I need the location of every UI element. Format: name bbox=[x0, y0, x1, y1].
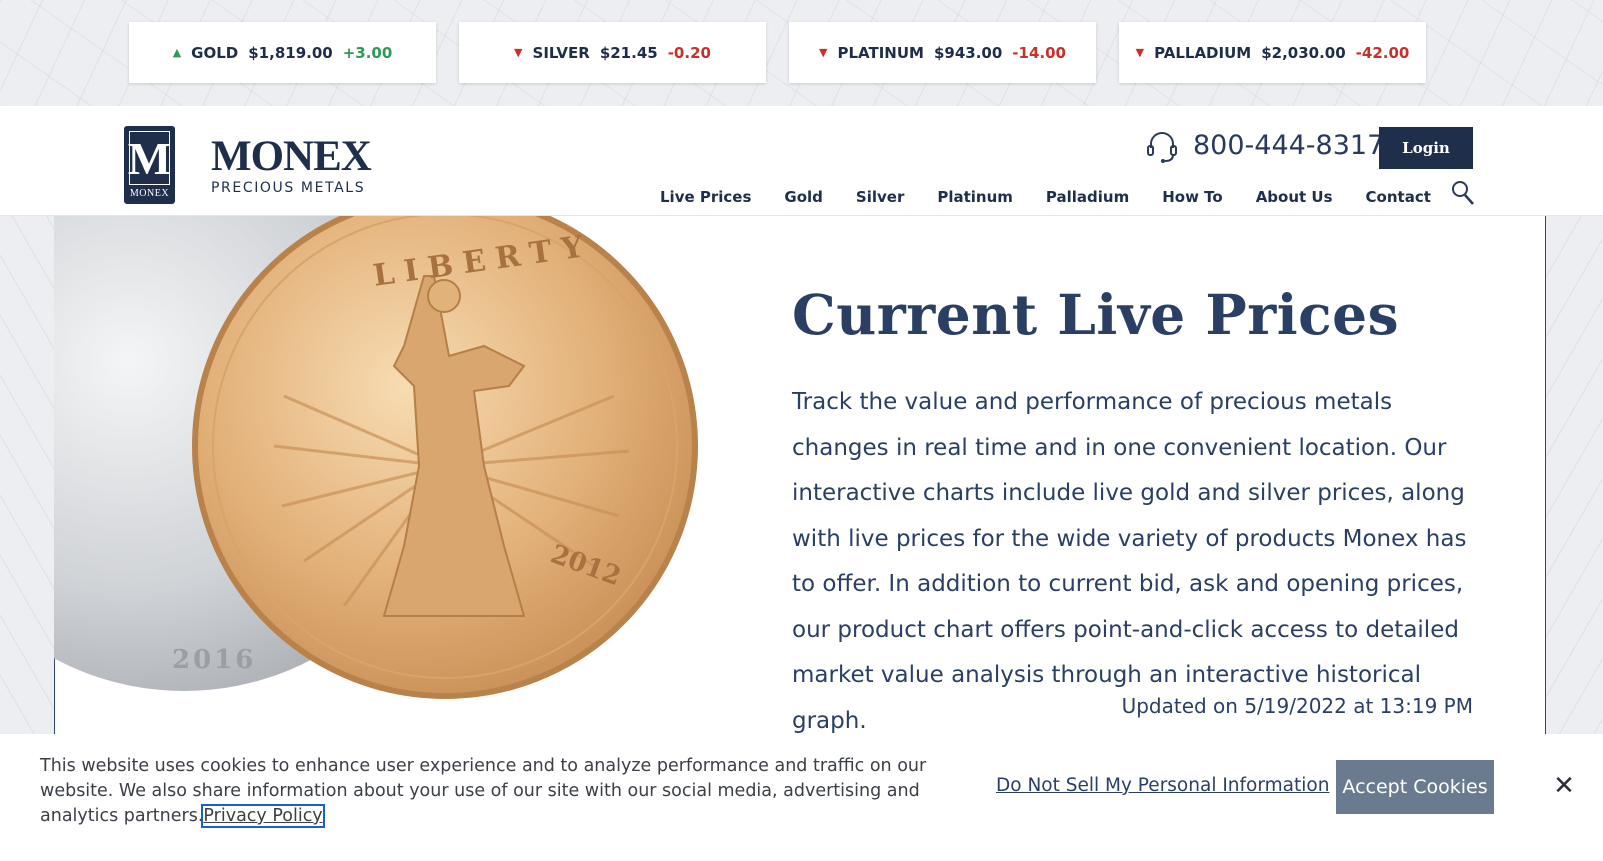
logo-small-text: MONEX bbox=[129, 188, 170, 199]
cookie-banner: This website uses cookies to enhance use… bbox=[0, 734, 1603, 861]
headset-icon bbox=[1147, 132, 1177, 163]
ticker-gold[interactable]: ▲ GOLD $1,819.00 +3.00 bbox=[129, 22, 436, 83]
down-arrow-icon: ▼ bbox=[514, 46, 523, 59]
background-pattern-left bbox=[0, 216, 54, 736]
up-arrow-icon: ▲ bbox=[172, 46, 182, 59]
background-pattern-right bbox=[1546, 216, 1603, 736]
search-icon[interactable] bbox=[1451, 180, 1475, 206]
ticker-silver[interactable]: ▼ SILVER $21.45 -0.20 bbox=[459, 22, 766, 83]
ticker-metal: GOLD bbox=[191, 43, 239, 62]
hero-description: Track the value and performance of preci… bbox=[792, 389, 1467, 734]
phone-number[interactable]: 800-444-8317 bbox=[1193, 130, 1384, 161]
down-arrow-icon: ▼ bbox=[1135, 46, 1145, 59]
do-not-sell-link[interactable]: Do Not Sell My Personal Information bbox=[996, 775, 1329, 796]
ticker-metal: SILVER bbox=[532, 43, 590, 62]
ticker-metal: PLATINUM bbox=[837, 43, 924, 62]
nav-live-prices[interactable]: Live Prices bbox=[660, 188, 751, 206]
accept-cookies-button[interactable]: Accept Cookies bbox=[1336, 760, 1494, 814]
ticker-price: $2,030.00 bbox=[1261, 43, 1346, 62]
price-ticker-strip: ▲ GOLD $1,819.00 +3.00 ▼ SILVER $21.45 -… bbox=[0, 0, 1603, 106]
ticker-price: $1,819.00 bbox=[248, 43, 333, 62]
monex-logo[interactable]: M MONEX bbox=[124, 126, 175, 204]
ticker-change: -0.20 bbox=[667, 43, 711, 62]
nav-how-to[interactable]: How To bbox=[1162, 188, 1222, 206]
updated-timestamp: Updated on 5/19/2022 at 13:19 PM bbox=[1121, 694, 1473, 718]
ticker-price: $943.00 bbox=[933, 43, 1003, 62]
cookie-text: This website uses cookies to enhance use… bbox=[40, 756, 927, 826]
ticker-change: +3.00 bbox=[342, 43, 393, 62]
ticker-palladium[interactable]: ▼ PALLADIUM $2,030.00 -42.00 bbox=[1119, 22, 1426, 83]
nav-gold[interactable]: Gold bbox=[784, 188, 823, 206]
down-arrow-icon: ▼ bbox=[819, 46, 828, 59]
silver-coin-year: 2016 bbox=[172, 645, 256, 675]
ticker-metal: PALLADIUM bbox=[1154, 43, 1252, 62]
nav-palladium[interactable]: Palladium bbox=[1046, 188, 1129, 206]
nav-platinum[interactable]: Platinum bbox=[937, 188, 1013, 206]
coins-image: 2016 LIBERTY 2012 bbox=[54, 216, 734, 736]
main-nav: Live Prices Gold Silver Platinum Palladi… bbox=[660, 188, 1464, 206]
page-title: Current Live Prices bbox=[792, 282, 1400, 347]
ticker-change: -14.00 bbox=[1012, 43, 1066, 62]
site-header: M MONEX MONEX PRECIOUS METALS 800-444-83… bbox=[0, 106, 1603, 216]
logo-letter: M bbox=[127, 131, 172, 185]
nav-contact[interactable]: Contact bbox=[1366, 188, 1431, 206]
ticker-change: -42.00 bbox=[1355, 43, 1410, 62]
cookie-message: This website uses cookies to enhance use… bbox=[40, 754, 960, 829]
nav-about-us[interactable]: About Us bbox=[1256, 188, 1333, 206]
privacy-policy-link[interactable]: Privacy Policy bbox=[201, 804, 325, 828]
ticker-price: $21.45 bbox=[599, 43, 658, 62]
login-button[interactable]: Login bbox=[1379, 127, 1473, 169]
brand-subtitle: PRECIOUS METALS bbox=[211, 180, 366, 196]
close-icon[interactable]: ✕ bbox=[1550, 772, 1578, 800]
nav-silver[interactable]: Silver bbox=[856, 188, 904, 206]
brand-name[interactable]: MONEX bbox=[211, 132, 372, 181]
ticker-platinum[interactable]: ▼ PLATINUM $943.00 -14.00 bbox=[789, 22, 1096, 83]
